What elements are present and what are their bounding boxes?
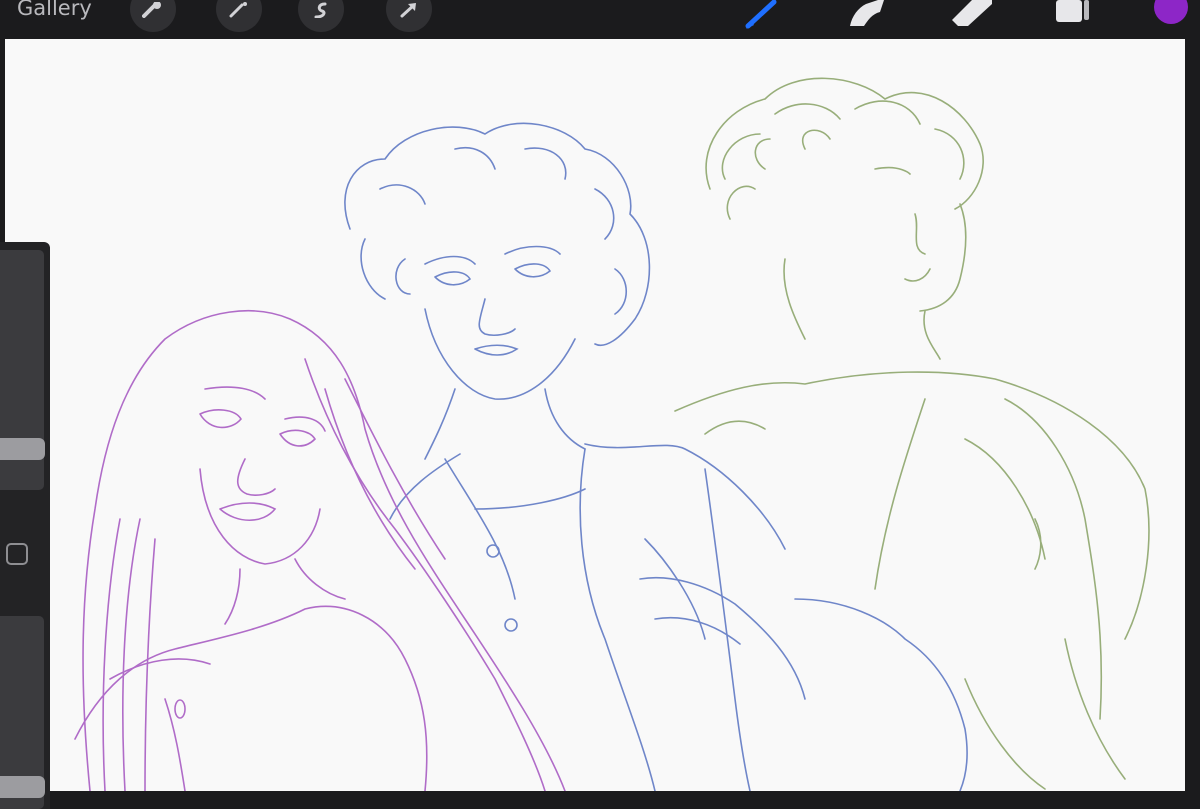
modify-button-icon[interactable] <box>6 543 28 565</box>
sketch-artwork <box>74 77 1150 791</box>
brush-icon[interactable] <box>744 0 784 30</box>
sketch-figure-purple <box>74 310 566 791</box>
adjustments-magic-wand-icon[interactable] <box>216 0 262 32</box>
layers-icon[interactable] <box>1054 0 1092 30</box>
selection-icon[interactable] <box>298 0 344 32</box>
top-toolbar: Gallery <box>0 0 1200 36</box>
transform-arrow-icon[interactable] <box>386 0 432 32</box>
smudge-icon[interactable] <box>842 0 886 30</box>
brush-size-handle[interactable] <box>0 438 45 460</box>
gallery-button[interactable]: Gallery <box>17 0 92 22</box>
drawing-canvas[interactable] <box>5 39 1185 791</box>
sketch-figure-blue <box>344 122 968 791</box>
left-sidebar <box>0 242 50 809</box>
eraser-icon[interactable] <box>948 0 994 30</box>
brush-opacity-handle[interactable] <box>0 776 45 798</box>
sketch-figure-green <box>674 77 1150 790</box>
actions-wrench-icon[interactable] <box>130 0 176 32</box>
color-picker-swatch[interactable] <box>1154 0 1188 24</box>
